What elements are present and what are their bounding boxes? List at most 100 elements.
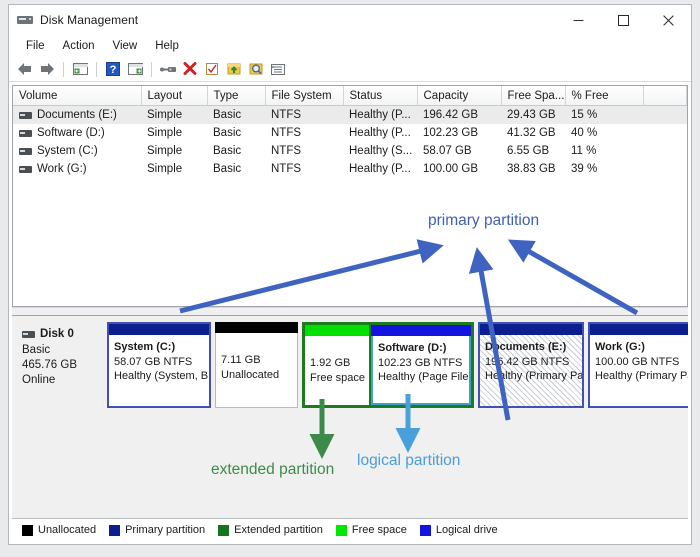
menu-action[interactable]: Action — [54, 38, 104, 54]
legend-swatch-free-space — [336, 525, 347, 536]
column-header-volume[interactable]: Volume — [13, 86, 141, 106]
partition-color-cap — [305, 325, 369, 336]
partition-size: 100.00 GB NTFS — [595, 355, 688, 370]
cell-layout: Simple — [141, 142, 207, 160]
column-header-blank[interactable] — [643, 86, 687, 106]
cell-capacity: 100.00 GB — [417, 160, 501, 178]
partition-status: Healthy (Primary Par — [485, 369, 582, 384]
partition-color-cap — [371, 325, 471, 336]
table-row[interactable]: Software (D:) Simple Basic NTFS Healthy … — [13, 124, 687, 142]
menu-help[interactable]: Help — [146, 38, 188, 54]
rescan-disks-button[interactable] — [202, 59, 222, 79]
new-volume-button[interactable] — [224, 59, 244, 79]
menu-view[interactable]: View — [104, 38, 147, 54]
minimize-button[interactable] — [556, 5, 601, 35]
title-bar: Disk Management — [9, 5, 691, 35]
partition-status: Healthy (System, B — [114, 369, 209, 384]
partition-software-d[interactable]: Software (D:) 102.23 GB NTFS Healthy (Pa… — [371, 325, 471, 405]
partition-unallocated[interactable]: 7.11 GB Unallocated — [215, 322, 298, 408]
disk-management-icon — [17, 12, 33, 28]
column-header-type[interactable]: Type — [207, 86, 265, 106]
disk-graphical-pane[interactable]: Disk 0 Basic 465.76 GB Online System (C:… — [12, 316, 688, 518]
legend-label: Free space — [352, 524, 407, 536]
toolbar-separator — [96, 62, 97, 77]
partition-size: 102.23 GB NTFS — [378, 356, 469, 371]
cell-type: Basic — [207, 124, 265, 142]
cell-status: Healthy (P... — [343, 106, 417, 125]
cell-volume: Documents (E:) — [13, 106, 141, 125]
partition-system-c[interactable]: System (C:) 58.07 GB NTFS Healthy (Syste… — [107, 322, 211, 408]
partition-free-space[interactable]: 1.92 GB Free space — [305, 325, 369, 405]
table-row[interactable]: System (C:) Simple Basic NTFS Healthy (S… — [13, 142, 687, 160]
column-header-capacity[interactable]: Capacity — [417, 86, 501, 106]
window-controls — [556, 5, 691, 35]
search-button[interactable] — [246, 59, 266, 79]
volume-list-pane[interactable]: Volume Layout Type File System Status Ca… — [12, 85, 688, 307]
column-header-free-space[interactable]: Free Spa... — [501, 86, 565, 106]
partition-details: System (C:) 58.07 GB NTFS Healthy (Syste… — [109, 335, 209, 406]
window-title: Disk Management — [40, 13, 138, 27]
volume-icon — [19, 112, 32, 119]
maximize-button[interactable] — [601, 5, 646, 35]
partition-size: 1.92 GB — [310, 356, 369, 371]
show-hide-console-tree-icon — [73, 62, 88, 76]
table-row[interactable]: Work (G:) Simple Basic NTFS Healthy (P..… — [13, 160, 687, 178]
cell-volume: System (C:) — [13, 142, 141, 160]
volume-icon — [19, 148, 32, 155]
disk-info[interactable]: Disk 0 Basic 465.76 GB Online — [12, 322, 107, 408]
delete-button[interactable] — [180, 59, 200, 79]
cell-percent-free: 15 % — [565, 106, 643, 125]
cell-type: Basic — [207, 142, 265, 160]
partition-details: Documents (E:) 196.42 GB NTFS Healthy (P… — [480, 335, 582, 406]
cell-file-system: NTFS — [265, 160, 343, 178]
search-icon — [249, 62, 263, 76]
help-button[interactable]: ? — [103, 59, 123, 79]
volume-label: Work (G:) — [37, 163, 87, 175]
list-view-button[interactable] — [268, 59, 288, 79]
legend-swatch-unallocated — [22, 525, 33, 536]
menu-file[interactable]: File — [17, 38, 54, 54]
forward-button[interactable] — [37, 59, 57, 79]
cell-status: Healthy (S... — [343, 142, 417, 160]
cell-type: Basic — [207, 160, 265, 178]
partition-title: Software (D:) — [378, 341, 469, 356]
table-row[interactable]: Documents (E:) Simple Basic NTFS Healthy… — [13, 106, 687, 125]
cell-type: Basic — [207, 106, 265, 125]
partition-details: Work (G:) 100.00 GB NTFS Healthy (Primar… — [590, 335, 688, 406]
disk-size: 465.76 GB — [22, 358, 107, 373]
svg-text:?: ? — [110, 64, 117, 76]
properties-button[interactable] — [158, 59, 178, 79]
close-icon — [663, 15, 674, 26]
column-header-file-system[interactable]: File System — [265, 86, 343, 106]
volume-table-header: Volume Layout Type File System Status Ca… — [13, 86, 687, 106]
partition-details: Software (D:) 102.23 GB NTFS Healthy (Pa… — [371, 336, 471, 405]
column-header-status[interactable]: Status — [343, 86, 417, 106]
cell-status: Healthy (P... — [343, 160, 417, 178]
volume-label: System (C:) — [37, 145, 98, 157]
back-button[interactable] — [15, 59, 35, 79]
disk-management-screenshot: Disk Management — [0, 0, 700, 557]
close-button[interactable] — [646, 5, 691, 35]
extended-partition-container[interactable]: 1.92 GB Free space Software (D:) 102.23 … — [302, 322, 474, 408]
pane-splitter[interactable] — [12, 307, 688, 316]
volume-icon — [19, 130, 32, 137]
partition-work-g[interactable]: Work (G:) 100.00 GB NTFS Healthy (Primar… — [588, 322, 688, 408]
column-header-percent-free[interactable]: % Free — [565, 86, 643, 106]
cell-layout: Simple — [141, 124, 207, 142]
partition-documents-e[interactable]: Documents (E:) 196.42 GB NTFS Healthy (P… — [478, 322, 584, 408]
volume-label: Documents (E:) — [37, 109, 117, 121]
cell-capacity: 196.42 GB — [417, 106, 501, 125]
partition-status: Healthy (Page File, — [378, 370, 469, 385]
show-hide-action-pane-button[interactable] — [125, 59, 145, 79]
show-hide-console-tree-button[interactable] — [70, 59, 90, 79]
help-icon: ? — [106, 62, 120, 76]
cell-layout: Simple — [141, 160, 207, 178]
cell-blank — [643, 124, 687, 142]
legend-item-extended-partition: Extended partition — [218, 524, 323, 536]
toolbar: ? — [9, 57, 691, 82]
column-header-layout[interactable]: Layout — [141, 86, 207, 106]
legend-label: Primary partition — [125, 524, 205, 536]
partition-status: Healthy (Primary Pa — [595, 369, 688, 384]
partition-title: System (C:) — [114, 340, 209, 355]
partition-color-cap — [109, 324, 209, 335]
